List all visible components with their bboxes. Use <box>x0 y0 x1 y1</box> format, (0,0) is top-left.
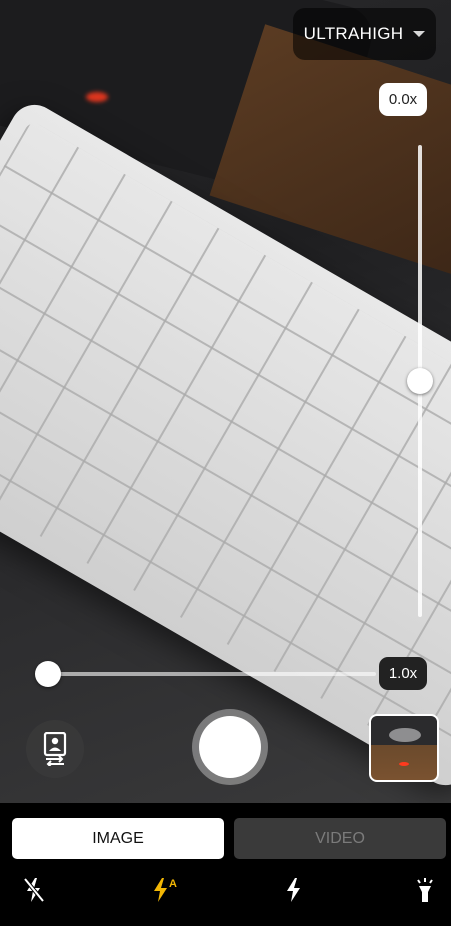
switch-camera-icon <box>43 732 67 766</box>
torch-icon[interactable] <box>409 874 441 906</box>
svg-text:A: A <box>169 878 177 890</box>
flash-auto-icon[interactable]: A <box>149 874 181 906</box>
vertical-zoom-value: 0.0x <box>379 83 427 116</box>
horizontal-zoom-thumb[interactable] <box>35 661 61 687</box>
dropdown-arrow-icon <box>413 31 426 37</box>
switch-camera-button[interactable] <box>26 720 84 778</box>
flash-off-icon[interactable] <box>18 874 50 906</box>
shutter-button[interactable] <box>192 709 268 785</box>
horizontal-zoom-value: 1.0x <box>379 657 427 690</box>
horizontal-zoom-track[interactable] <box>46 672 376 676</box>
gallery-thumbnail[interactable] <box>369 714 439 782</box>
vertical-zoom-thumb[interactable] <box>407 368 433 394</box>
flash-on-icon[interactable] <box>278 874 310 906</box>
flash-options: A <box>0 874 451 906</box>
resolution-dropdown[interactable]: ULTRAHIGH <box>293 8 436 60</box>
red-light-spot <box>86 92 108 102</box>
shutter-inner <box>199 716 261 778</box>
resolution-label: ULTRAHIGH <box>303 24 404 43</box>
mode-video-button[interactable]: VIDEO <box>234 818 446 859</box>
mode-image-button[interactable]: IMAGE <box>12 818 224 859</box>
